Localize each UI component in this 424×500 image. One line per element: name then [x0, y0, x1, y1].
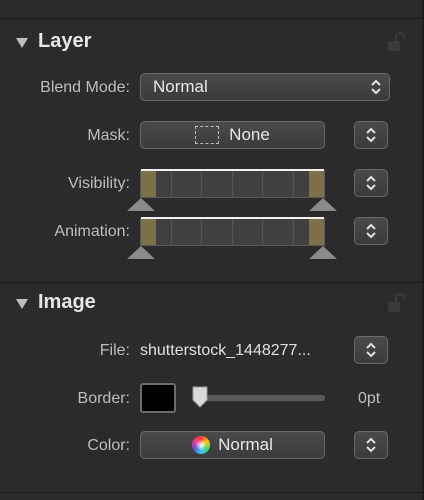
border-width-value: 0pt [358, 390, 381, 407]
layer-section-title: Layer [38, 30, 92, 52]
border-label: Border: [77, 390, 130, 407]
animation-end-handle[interactable] [309, 246, 337, 259]
chevron-updown-icon [366, 175, 376, 191]
blend-mode-popup[interactable]: Normal [140, 73, 390, 101]
border-width-slider[interactable] [196, 395, 325, 401]
color-stepper[interactable] [354, 431, 388, 459]
animation-range[interactable] [140, 217, 325, 246]
blend-mode-label: Blend Mode: [40, 79, 130, 96]
chevron-updown-icon [366, 437, 376, 453]
chevron-updown-icon [366, 223, 376, 239]
animation-range-top-line [141, 217, 324, 219]
animation-range-end-fill [309, 219, 324, 245]
disclosure-triangle-icon[interactable] [16, 299, 28, 309]
visibility-range-start-fill [141, 171, 156, 197]
panel-bottom-divider [0, 492, 424, 493]
visibility-range[interactable] [140, 169, 325, 198]
color-label: Color: [87, 437, 130, 454]
lock-open-icon[interactable] [386, 32, 410, 52]
visibility-range-top-line [141, 169, 324, 171]
mask-stepper[interactable] [354, 121, 388, 149]
animation-range-start-fill [141, 219, 156, 245]
image-section-title: Image [38, 291, 96, 313]
file-name-value: shutterstock_1448277... [140, 342, 311, 359]
border-color-swatch[interactable] [140, 383, 176, 413]
mask-label: Mask: [87, 127, 130, 144]
chevron-updown-icon [371, 79, 381, 95]
animation-label: Animation: [54, 223, 130, 240]
color-value: Normal [218, 435, 273, 454]
animation-start-handle[interactable] [127, 246, 155, 259]
color-wheel-icon [192, 436, 211, 454]
animation-stepper[interactable] [354, 217, 388, 245]
visibility-range-end-fill [309, 171, 324, 197]
color-popup[interactable]: Normal [140, 431, 325, 459]
file-label: File: [99, 342, 130, 359]
chevron-updown-icon [366, 342, 376, 358]
panel-top-divider [0, 18, 424, 19]
border-slider-thumb[interactable] [192, 386, 208, 408]
visibility-end-handle[interactable] [309, 198, 337, 211]
mask-dashed-rect-icon [195, 126, 220, 144]
mask-value: None [229, 125, 270, 144]
chevron-updown-icon [366, 127, 376, 143]
lock-open-icon[interactable] [386, 293, 410, 313]
layer-section-header[interactable]: Layer [0, 22, 424, 62]
visibility-label: Visibility: [68, 175, 130, 192]
visibility-start-handle[interactable] [127, 198, 155, 211]
mask-popup[interactable]: None [140, 121, 325, 149]
file-stepper[interactable] [354, 336, 388, 364]
blend-mode-value: Normal [153, 77, 208, 96]
disclosure-triangle-icon[interactable] [16, 38, 28, 48]
visibility-stepper[interactable] [354, 169, 388, 197]
inspector-panel: Layer Blend Mode: Normal Mask: None Visi… [0, 0, 424, 500]
image-section-header[interactable]: Image [0, 283, 424, 323]
